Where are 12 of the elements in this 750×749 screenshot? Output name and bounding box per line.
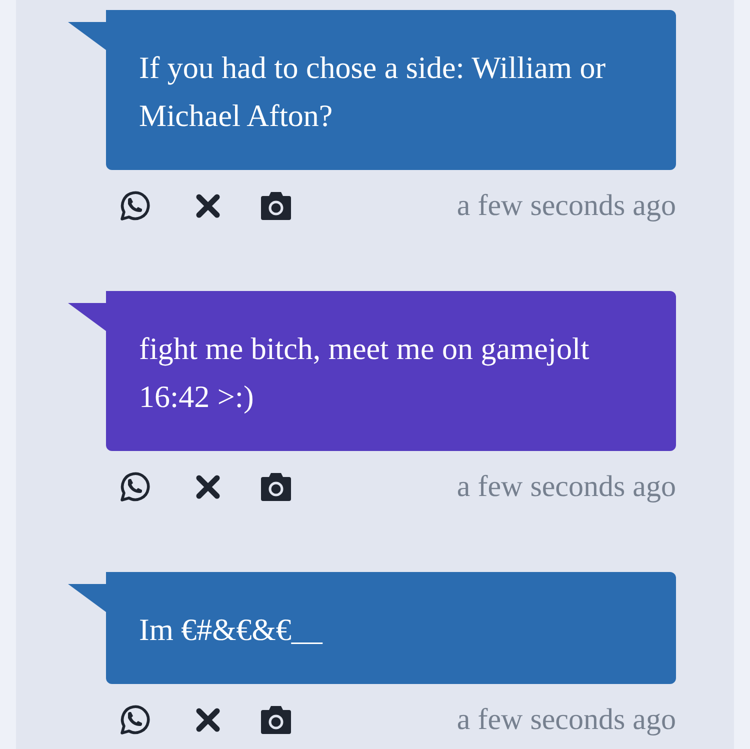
close-icon[interactable]: [194, 192, 222, 220]
camera-icon[interactable]: [258, 704, 294, 736]
camera-icon[interactable]: [258, 190, 294, 222]
close-icon[interactable]: [194, 473, 222, 501]
camera-icon[interactable]: [258, 471, 294, 503]
message-text: Im €#&€&€__: [139, 611, 324, 649]
message-text: If you had to chose a side: William or Michael Afton?: [139, 49, 607, 135]
timestamp: a few seconds ago: [456, 703, 676, 737]
timestamp: a few seconds ago: [456, 470, 676, 504]
timestamp: a few seconds ago: [456, 189, 676, 223]
close-icon[interactable]: [194, 706, 222, 734]
message-text: fight me bitch, meet me on gamejolt 16:42 >:): [139, 330, 590, 416]
